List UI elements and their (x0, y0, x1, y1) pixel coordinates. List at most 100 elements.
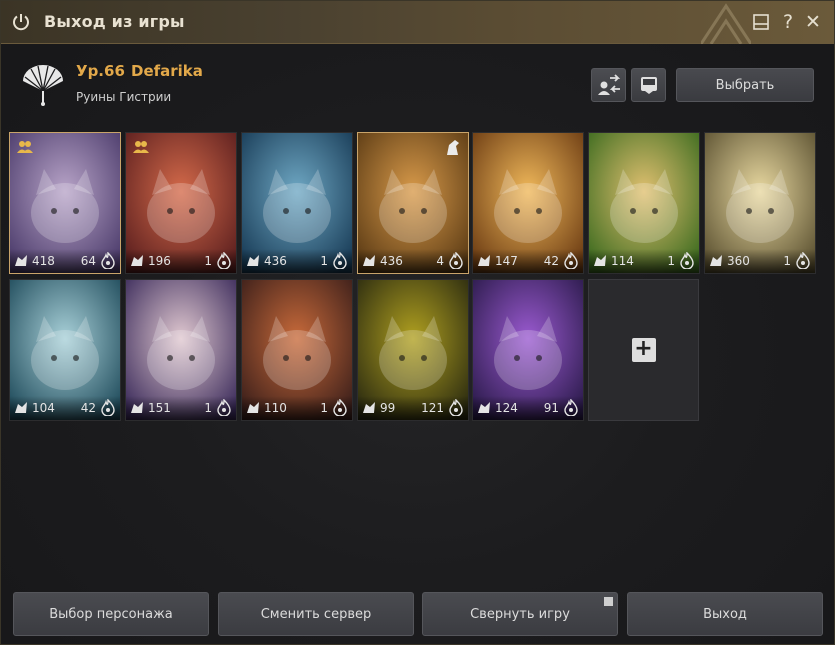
pet-stats: 436 4 (358, 249, 468, 273)
storage-button[interactable] (631, 68, 666, 102)
level-icon (363, 255, 375, 266)
pet-card[interactable]: 196 1 (125, 132, 237, 274)
pet-count: 1 (783, 254, 791, 268)
pet-card[interactable]: 360 1 (704, 132, 816, 274)
pet-stats: 99 121 (358, 396, 468, 420)
flame-icon (101, 399, 115, 416)
flame-icon (333, 252, 347, 269)
minimize-game-button[interactable]: Свернуть игру (422, 592, 618, 636)
exit-game-window: Выход из игры ? ✕ Ур.66 Defarika Руины Г… (0, 0, 835, 645)
pet-count: 64 (80, 254, 96, 268)
title-decoration (701, 3, 751, 44)
level-icon (247, 402, 259, 413)
pet-count: 1 (320, 254, 328, 268)
pet-level: 418 (32, 254, 55, 268)
flame-icon (449, 252, 463, 269)
pet-count: 1 (204, 254, 212, 268)
flame-icon (217, 252, 231, 269)
horse-icon (447, 140, 459, 155)
pet-stats: 151 1 (126, 396, 236, 420)
pet-level: 151 (148, 401, 171, 415)
pet-level: 360 (727, 254, 750, 268)
pet-level: 436 (264, 254, 287, 268)
level-icon (15, 255, 27, 266)
swap-characters-button[interactable] (591, 68, 626, 102)
level-icon (710, 255, 722, 266)
plus-icon: + (631, 338, 656, 362)
pet-count: 1 (667, 254, 675, 268)
minimize-game-label: Свернуть игру (470, 606, 570, 622)
pet-level: 110 (264, 401, 287, 415)
choose-button[interactable]: Выбрать (676, 68, 814, 102)
pet-count: 121 (421, 401, 444, 415)
pet-card[interactable]: 147 42 (472, 132, 584, 274)
pet-card[interactable]: 151 1 (125, 279, 237, 421)
flame-icon (680, 252, 694, 269)
pet-card[interactable]: 104 42 (9, 279, 121, 421)
pet-stats: 360 1 (705, 249, 815, 273)
pet-card[interactable]: 114 1 (588, 132, 700, 274)
pet-count: 91 (543, 401, 559, 415)
change-server-button[interactable]: Сменить сервер (218, 592, 414, 636)
level-icon (131, 255, 143, 266)
pet-level: 196 (148, 254, 171, 268)
pet-stats: 436 1 (242, 249, 352, 273)
party-icon (133, 141, 149, 153)
title-bar: Выход из игры ? ✕ (1, 1, 834, 44)
flame-icon (333, 399, 347, 416)
pet-stats: 147 42 (473, 249, 583, 273)
level-icon (363, 402, 375, 413)
flame-icon (101, 252, 115, 269)
pet-stats: 110 1 (242, 396, 352, 420)
pet-card[interactable]: 99 121 (357, 279, 469, 421)
character-location: Руины Гистрии (76, 90, 172, 104)
flame-icon (564, 252, 578, 269)
swap-icon (597, 74, 620, 95)
pet-count: 42 (543, 254, 559, 268)
pet-card[interactable]: 418 64 (9, 132, 121, 274)
pet-level: 114 (611, 254, 634, 268)
window-title: Выход из игры (44, 12, 185, 31)
character-name: Defarika (131, 62, 203, 80)
pet-level: 124 (495, 401, 518, 415)
level-icon (478, 255, 490, 266)
exit-button[interactable]: Выход (627, 592, 823, 636)
pet-card[interactable]: 436 4 (357, 132, 469, 274)
pet-count: 1 (320, 401, 328, 415)
pet-level: 436 (380, 254, 403, 268)
close-icon[interactable]: ✕ (802, 11, 824, 33)
pet-level: 104 (32, 401, 55, 415)
external-window-icon (604, 597, 613, 606)
level-icon (15, 402, 27, 413)
level-icon (478, 402, 490, 413)
power-icon (13, 14, 29, 31)
pet-stats: 114 1 (589, 249, 699, 273)
inbox-icon (640, 77, 657, 94)
party-icon (17, 141, 33, 153)
pet-count: 4 (436, 254, 444, 268)
add-slot-button[interactable]: + (588, 279, 699, 421)
flame-icon (449, 399, 463, 416)
pet-count: 1 (204, 401, 212, 415)
pet-card[interactable]: 436 1 (241, 132, 353, 274)
flame-icon (564, 399, 578, 416)
level-icon (131, 402, 143, 413)
flame-icon (217, 399, 231, 416)
pet-stats: 196 1 (126, 249, 236, 273)
select-character-button[interactable]: Выбор персонажа (13, 592, 209, 636)
pet-card[interactable]: 110 1 (241, 279, 353, 421)
pet-level: 99 (380, 401, 396, 415)
class-fan-icon (23, 65, 63, 106)
character-level: Ур.66 (76, 62, 125, 80)
pet-card[interactable]: 124 91 (472, 279, 584, 421)
flame-icon (796, 252, 810, 269)
level-icon (247, 255, 259, 266)
pet-stats: 104 42 (10, 396, 120, 420)
level-icon (594, 255, 606, 266)
pet-level: 147 (495, 254, 518, 268)
pet-stats: 418 64 (10, 249, 120, 273)
pet-count: 42 (80, 401, 96, 415)
help-icon[interactable]: ? (777, 11, 799, 33)
window-toggle-icon[interactable] (750, 11, 772, 33)
pet-stats: 124 91 (473, 396, 583, 420)
